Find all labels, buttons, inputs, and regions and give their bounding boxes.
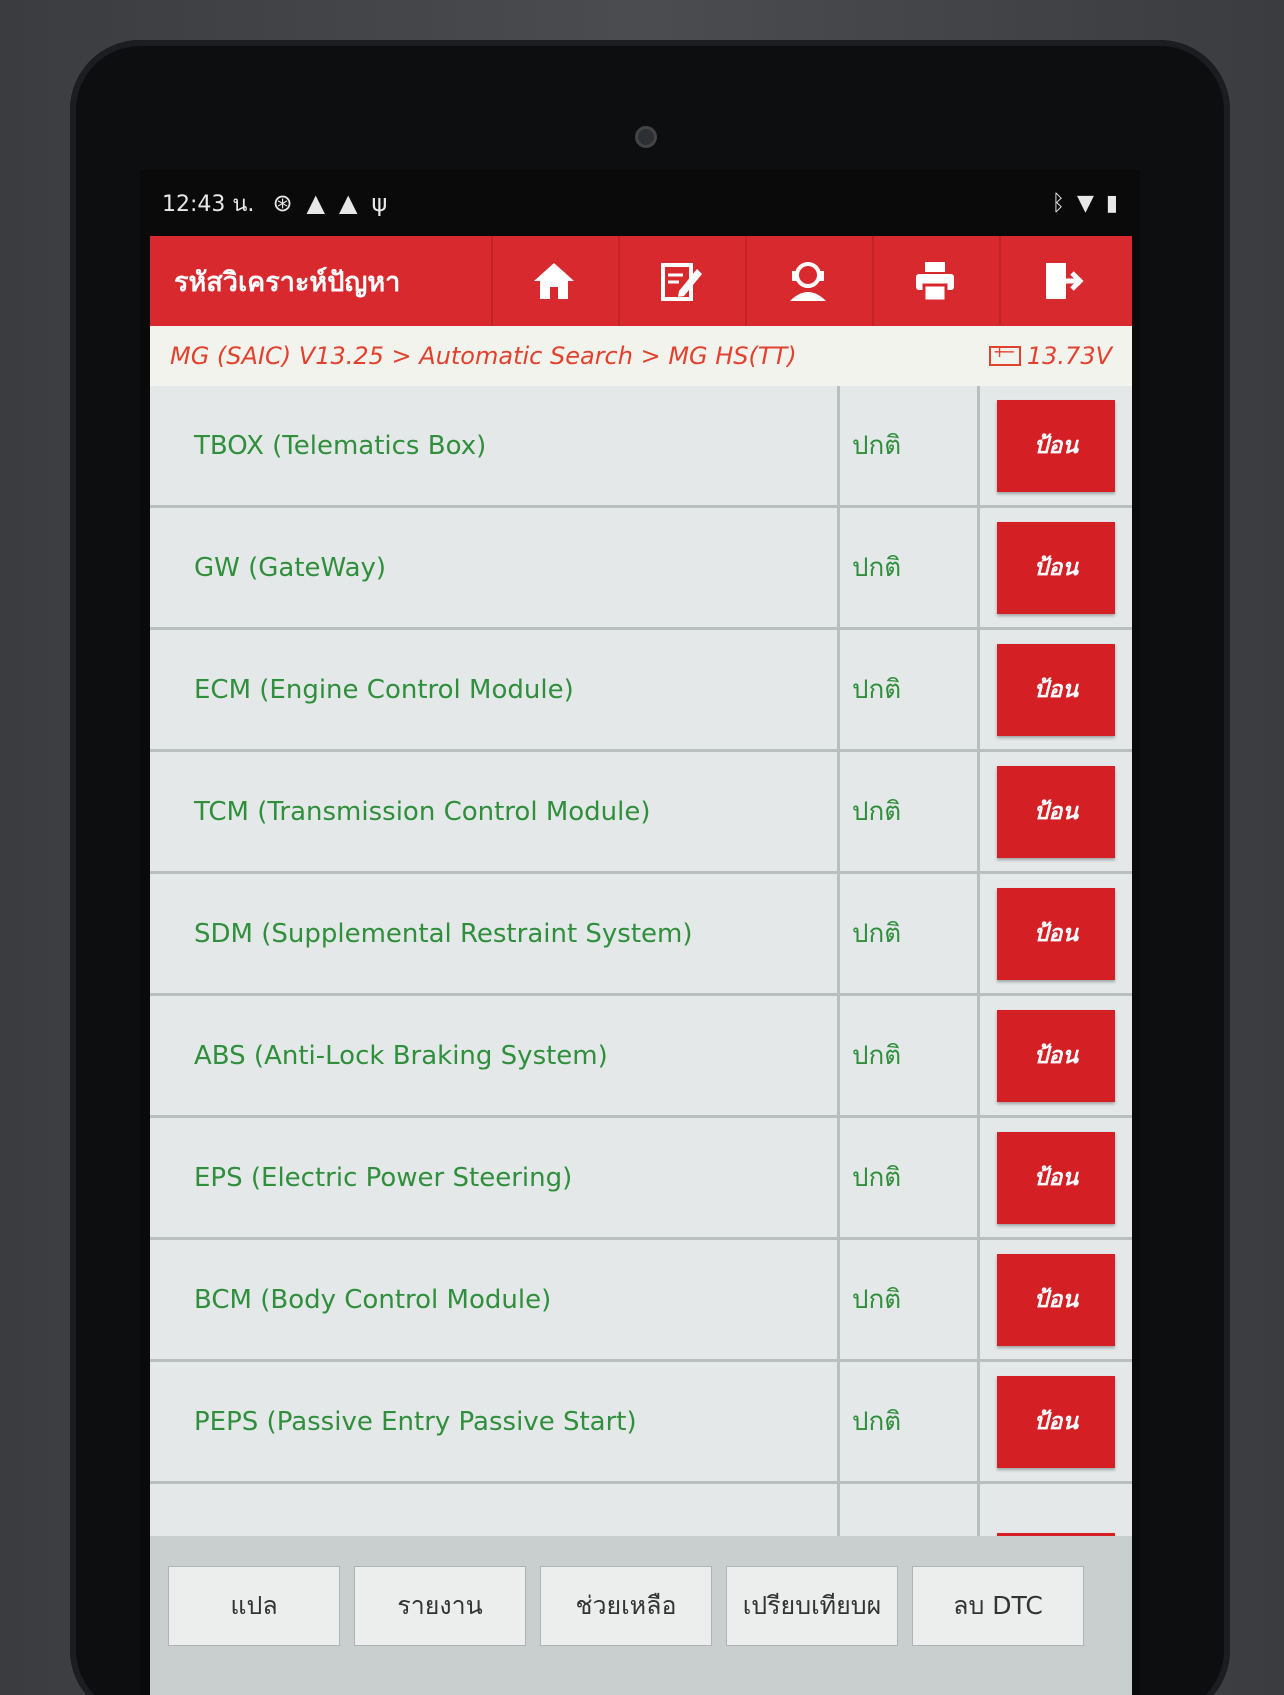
system-name: TBOX (Telematics Box)	[150, 386, 840, 505]
system-status: ปกติ	[840, 1118, 980, 1237]
warning-icon: ▲	[339, 189, 358, 217]
help-button[interactable]: ช่วยเหลือ	[540, 1566, 712, 1646]
system-status: ปกติ	[840, 386, 980, 505]
battery-icon: ▮	[1105, 190, 1118, 216]
system-status: ปกติ	[840, 1362, 980, 1481]
list-item: GW (GateWay) ปกติ ป้อน	[150, 508, 1132, 630]
enter-button[interactable]: ป้อน	[997, 1375, 1115, 1468]
system-status: ปกติ	[840, 630, 980, 749]
system-name: ECM (Engine Control Module)	[150, 630, 840, 749]
edit-icon	[661, 263, 702, 301]
system-name: PEPS (Passive Entry Passive Start)	[150, 1362, 840, 1481]
front-camera	[635, 126, 657, 148]
page-title: รหัสวิเคราะห์ปัญหา	[174, 266, 401, 298]
system-status: ปกติ	[840, 1240, 980, 1359]
system-list: TBOX (Telematics Box) ปกติ ป้อน GW (Gate…	[150, 386, 1132, 1536]
report-button[interactable]: รายงาน	[354, 1566, 526, 1646]
system-status: ปกติ	[840, 508, 980, 627]
breadcrumb-path: MG (SAIC) V13.25 > Automatic Search > MG…	[170, 342, 797, 370]
settings-icon: ⊛	[272, 189, 293, 217]
system-name: GW (GateWay)	[150, 508, 840, 627]
enter-button[interactable]: ป้อน	[997, 399, 1115, 492]
system-status: ปกติ	[840, 996, 980, 1115]
enter-button[interactable]: ป้อน	[997, 521, 1115, 614]
enter-button[interactable]: ป้อน	[997, 765, 1115, 858]
car-battery-icon	[988, 342, 1021, 366]
edit-button[interactable]	[618, 236, 742, 326]
exit-button[interactable]	[999, 236, 1123, 326]
home-icon	[534, 263, 574, 299]
enter-button[interactable]: ป้อน	[997, 643, 1115, 736]
app-bar: รหัสวิเคราะห์ปัญหา	[150, 236, 1132, 326]
list-item-partial	[150, 1484, 1132, 1536]
system-name: TCM (Transmission Control Module)	[150, 752, 840, 871]
system-name: EPS (Electric Power Steering)	[150, 1118, 840, 1237]
user-support-icon	[790, 262, 826, 301]
tablet-screen: 12:43 น. ⊛ ▲ ▲ ψ ᛒ ▼ ▮ รหัสวิเคราะห์ปัญห…	[140, 170, 1140, 1695]
system-name: SDM (Supplemental Restraint System)	[150, 874, 840, 993]
enter-button[interactable]: ป้อน	[997, 1131, 1115, 1224]
list-item: TBOX (Telematics Box) ปกติ ป้อน	[150, 386, 1132, 508]
status-bar: 12:43 น. ⊛ ▲ ▲ ψ ᛒ ▼ ▮	[140, 170, 1140, 236]
user-support-button[interactable]	[745, 236, 869, 326]
bottom-toolbar: แปล รายงาน ช่วยเหลือ เปรียบเทียบผ ลบ DTC	[150, 1536, 1132, 1695]
list-item: TCM (Transmission Control Module) ปกติ ป…	[150, 752, 1132, 874]
wifi-icon: ▼	[1076, 190, 1094, 216]
bluetooth-icon: ᛒ	[1051, 190, 1065, 216]
list-item: PEPS (Passive Entry Passive Start) ปกติ …	[150, 1362, 1132, 1484]
exit-icon	[1046, 263, 1084, 299]
system-status: ปกติ	[840, 752, 980, 871]
system-name: BCM (Body Control Module)	[150, 1240, 840, 1359]
list-item: SDM (Supplemental Restraint System) ปกติ…	[150, 874, 1132, 996]
list-item: BCM (Body Control Module) ปกติ ป้อน	[150, 1240, 1132, 1362]
print-icon	[916, 262, 954, 303]
translate-button[interactable]: แปล	[168, 1566, 340, 1646]
enter-button[interactable]: ป้อน	[997, 1009, 1115, 1102]
list-item: EPS (Electric Power Steering) ปกติ ป้อน	[150, 1118, 1132, 1240]
clear-dtc-button[interactable]: ลบ DTC	[912, 1566, 1084, 1646]
enter-button[interactable]: ป้อน	[997, 1253, 1115, 1346]
voltage-value: 13.73V	[1026, 342, 1112, 370]
breadcrumb: MG (SAIC) V13.25 > Automatic Search > MG…	[150, 326, 1132, 386]
usb-icon: ψ	[371, 189, 388, 217]
home-button[interactable]	[491, 236, 615, 326]
system-name: ABS (Anti-Lock Braking System)	[150, 996, 840, 1115]
enter-button[interactable]: ป้อน	[997, 887, 1115, 980]
list-item: ECM (Engine Control Module) ปกติ ป้อน	[150, 630, 1132, 752]
warning-icon: ▲	[306, 189, 326, 217]
list-item: ABS (Anti-Lock Braking System) ปกติ ป้อน	[150, 996, 1132, 1118]
print-button[interactable]	[872, 236, 996, 326]
compare-button[interactable]: เปรียบเทียบผ	[726, 1566, 898, 1646]
voltage-indicator: 13.73V	[988, 342, 1112, 370]
system-status: ปกติ	[840, 874, 980, 993]
status-time: 12:43 น.	[162, 191, 255, 217]
